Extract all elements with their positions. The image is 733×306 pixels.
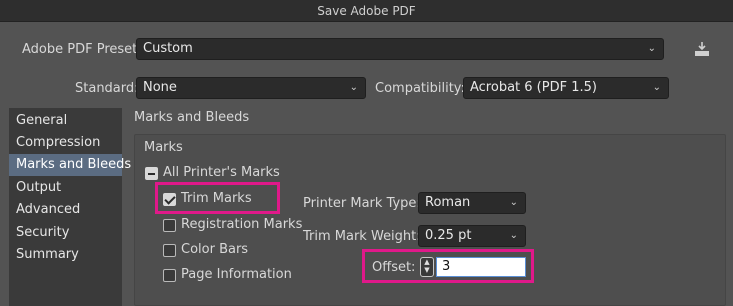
standard-dropdown[interactable]: None ⌄ — [136, 77, 366, 99]
printer-mark-type-value: Roman — [425, 195, 471, 210]
chevron-down-icon: ⌄ — [509, 197, 518, 208]
trim-mark-weight-dropdown[interactable]: 0.25 pt ⌄ — [418, 225, 526, 247]
download-tray-icon[interactable] — [692, 40, 712, 58]
window-title: Save Adobe PDF — [317, 4, 416, 18]
window-titlebar: Save Adobe PDF — [0, 0, 733, 22]
chevron-down-icon: ⌄ — [349, 82, 358, 93]
chevron-down-icon: ⌄ — [652, 82, 661, 93]
offset-highlight — [362, 249, 534, 283]
marks-group-title: Marks — [144, 140, 183, 155]
printer-mark-type-label: Printer Mark Type: — [303, 196, 421, 211]
chevron-down-icon: ⌄ — [647, 43, 656, 54]
category-sidebar: General Compression Marks and Bleeds Out… — [9, 108, 131, 306]
printer-mark-type-dropdown[interactable]: Roman ⌄ — [418, 192, 526, 214]
chevron-down-icon: ⌄ — [509, 230, 518, 241]
registration-marks-checkbox[interactable] — [163, 219, 176, 232]
page-information-checkbox[interactable] — [163, 269, 176, 282]
sidebar-item-output[interactable]: Output — [9, 177, 122, 199]
compatibility-label: Compatibility: — [375, 81, 465, 96]
page-information-label: Page Information — [181, 267, 292, 282]
compatibility-value: Acrobat 6 (PDF 1.5) — [470, 80, 597, 95]
trim-mark-weight-label: Trim Mark Weight: — [303, 229, 421, 244]
all-printers-marks-label: All Printer's Marks — [163, 165, 280, 180]
sidebar-item-compression[interactable]: Compression — [9, 132, 122, 154]
trim-marks-highlight — [155, 182, 280, 214]
standard-label: Standard: — [75, 81, 139, 96]
color-bars-checkbox[interactable] — [163, 244, 176, 257]
standard-value: None — [143, 80, 177, 95]
compatibility-dropdown[interactable]: Acrobat 6 (PDF 1.5) ⌄ — [463, 77, 669, 99]
sidebar-item-advanced[interactable]: Advanced — [9, 199, 122, 221]
section-title: Marks and Bleeds — [134, 110, 250, 125]
preset-value: Custom — [143, 41, 193, 56]
registration-marks-label: Registration Marks — [181, 217, 303, 232]
preset-dropdown[interactable]: Custom ⌄ — [136, 38, 664, 60]
all-printers-marks-checkbox[interactable] — [145, 167, 158, 180]
sidebar-item-security[interactable]: Security — [9, 222, 122, 244]
color-bars-label: Color Bars — [181, 242, 249, 257]
sidebar-item-marks-and-bleeds[interactable]: Marks and Bleeds — [9, 154, 131, 176]
sidebar-item-general[interactable]: General — [9, 110, 122, 132]
trim-mark-weight-value: 0.25 pt — [425, 228, 472, 243]
preset-label: Adobe PDF Preset: — [22, 42, 142, 57]
sidebar-item-summary[interactable]: Summary — [9, 244, 122, 266]
